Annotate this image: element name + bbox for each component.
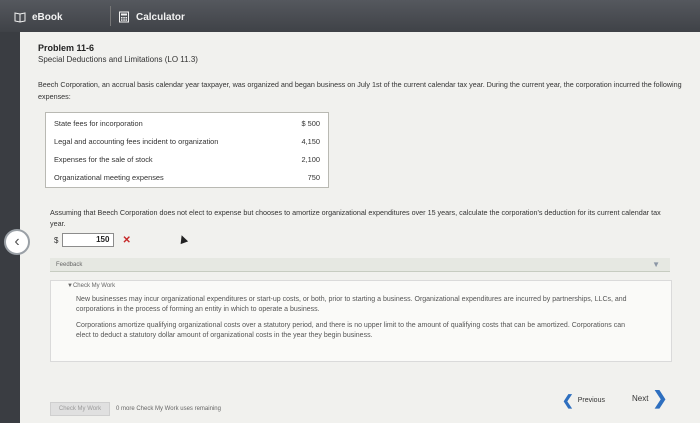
expense-amount: 4,150 (301, 136, 321, 146)
feedback-text-1: New businesses may incur organizational … (76, 296, 627, 313)
expense-amount: $ 500 (301, 118, 321, 128)
footer-bar: Check My Work 0 more Check My Work uses … (50, 402, 221, 416)
caret-down-icon: ▼ (652, 260, 660, 269)
remaining-uses-text: 0 more Check My Work uses remaining (116, 406, 221, 412)
answer-input[interactable]: 150 (62, 233, 115, 247)
check-my-work-toggle[interactable]: ▼Check My Work (67, 283, 115, 289)
feedback-panel: ▼Check My Work New businesses may incur … (50, 280, 672, 362)
table-row: Organizational meeting expenses 750 (54, 169, 320, 185)
ebook-tab[interactable]: eBook (14, 9, 63, 25)
expense-amount: 2,100 (301, 154, 321, 164)
next-label: Next (632, 394, 649, 403)
table-row: Legal and accounting fees incident to or… (54, 133, 320, 149)
expense-label: Expenses for the sale of stock (54, 154, 153, 164)
chevron-right-icon: ❯ (652, 388, 668, 408)
chevron-left-icon: ❮ (562, 392, 574, 408)
calculator-tab-label: Calculator (136, 11, 185, 23)
back-chevron-icon[interactable]: ‹ (4, 229, 30, 255)
book-icon (14, 12, 26, 23)
incorrect-icon: ✕ (122, 234, 131, 246)
ebook-tab-label: eBook (32, 11, 63, 23)
expenses-table: State fees for incorporation $ 500 Legal… (45, 112, 329, 188)
previous-button[interactable]: ❮ Previous (562, 392, 605, 409)
answer-row: $ 150 ✕ (54, 233, 131, 247)
expense-label: State fees for incorporation (54, 118, 143, 128)
calculator-icon (119, 11, 129, 23)
feedback-header[interactable]: Feedback ▼ (50, 258, 670, 272)
tab-divider (110, 6, 111, 26)
table-row: State fees for incorporation $ 500 (54, 115, 320, 131)
question-text: Assuming that Beech Corporation does not… (50, 208, 661, 228)
check-my-work-button[interactable]: Check My Work (50, 402, 110, 416)
expense-label: Legal and accounting fees incident to or… (54, 136, 219, 146)
expense-amount: 750 (307, 172, 320, 182)
feedback-text-2: Corporations amortize qualifying organiz… (76, 322, 626, 339)
top-toolbar: eBook Calculator (0, 0, 700, 32)
problem-subtitle: Special Deductions and Limitations (LO 1… (38, 55, 198, 64)
problem-title: Problem 11-6 (38, 43, 95, 53)
currency-symbol: $ (54, 235, 59, 245)
feedback-header-label: Feedback (56, 261, 83, 268)
expense-label: Organizational meeting expenses (54, 172, 164, 182)
next-button[interactable]: Next ❯ (632, 388, 668, 409)
table-row: Expenses for the sale of stock 2,100 (54, 151, 320, 167)
calculator-tab[interactable]: Calculator (118, 9, 185, 25)
previous-label: Previous (577, 397, 605, 404)
problem-description: Beech Corporation, an accrual basis cale… (38, 80, 682, 101)
screen: eBook Calculator ‹ Problem 11-6 Special … (0, 0, 700, 423)
